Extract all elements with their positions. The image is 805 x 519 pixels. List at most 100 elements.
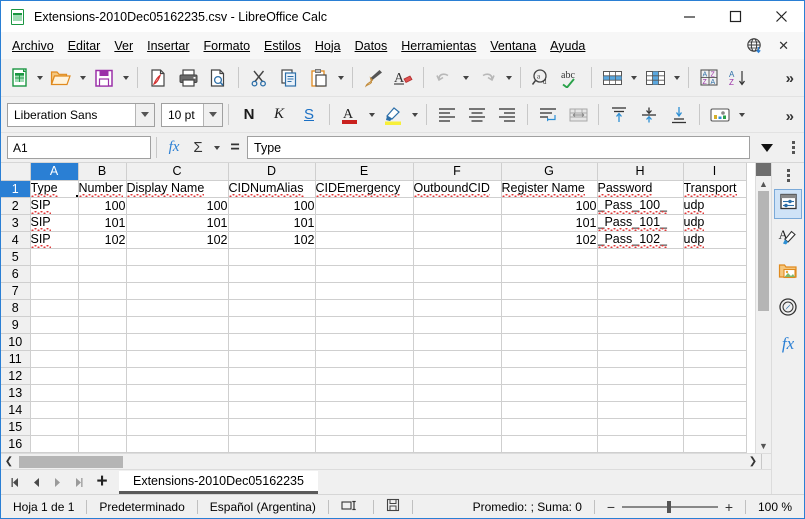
print-preview-icon[interactable] — [203, 63, 233, 93]
row-header-15[interactable]: 15 — [1, 418, 31, 436]
close-button[interactable] — [758, 1, 804, 32]
align-bottom-icon[interactable] — [664, 100, 694, 130]
scroll-left-button[interactable]: ❮ — [1, 454, 17, 470]
previous-sheet-button[interactable] — [26, 471, 47, 493]
sidebar-item-gallery[interactable] — [774, 259, 802, 289]
sum-button[interactable]: Σ — [186, 136, 210, 160]
highlight-color-icon[interactable] — [378, 100, 408, 130]
cell-D4[interactable]: 102 — [228, 231, 316, 249]
cell-A14[interactable] — [30, 401, 79, 419]
zoom-slider-track[interactable] — [621, 500, 718, 513]
menu-hoja[interactable]: Hoja — [308, 36, 348, 56]
menu-insertar[interactable]: Insertar — [140, 36, 196, 56]
cell-E11[interactable] — [315, 350, 414, 368]
cell-B13[interactable] — [78, 384, 127, 402]
column-header-b[interactable]: B — [78, 163, 127, 181]
align-center-icon[interactable] — [462, 100, 492, 130]
cell-I7[interactable] — [683, 282, 747, 300]
cell-H1[interactable]: Password — [597, 180, 684, 198]
column-header-d[interactable]: D — [228, 163, 316, 181]
standard-toolbar-overflow[interactable]: » — [780, 59, 800, 97]
cell-F14[interactable] — [413, 401, 502, 419]
cell-I5[interactable] — [683, 248, 747, 266]
select-all-corner[interactable] — [1, 163, 31, 181]
cell-I3[interactable]: udp — [683, 214, 747, 232]
cell-B1[interactable]: Number — [78, 180, 127, 198]
horizontal-scroll-thumb[interactable] — [19, 455, 123, 468]
column-header-f[interactable]: F — [413, 163, 502, 181]
sidebar-item-properties[interactable] — [774, 189, 802, 219]
cell-H10[interactable] — [597, 333, 684, 351]
cell-A11[interactable] — [30, 350, 79, 368]
cell-C10[interactable] — [126, 333, 229, 351]
font-name-combo[interactable]: Liberation Sans — [7, 102, 155, 127]
underline-button[interactable]: S — [294, 101, 324, 129]
cell-G6[interactable] — [501, 265, 598, 283]
cell-F11[interactable] — [413, 350, 502, 368]
cell-B8[interactable] — [78, 299, 127, 317]
cell-B5[interactable] — [78, 248, 127, 266]
cell-E2[interactable] — [315, 197, 414, 215]
column-header-h[interactable]: H — [597, 163, 684, 181]
column-header-e[interactable]: E — [315, 163, 414, 181]
cell-E9[interactable] — [315, 316, 414, 334]
cell-B6[interactable] — [78, 265, 127, 283]
sidebar-settings-dots-icon[interactable] — [775, 166, 801, 184]
language-status[interactable]: Español (Argentina) — [198, 500, 328, 514]
zoom-out-button[interactable]: − — [605, 499, 617, 515]
row-header-5[interactable]: 5 — [1, 248, 31, 266]
cell-E8[interactable] — [315, 299, 414, 317]
cell-F5[interactable] — [413, 248, 502, 266]
cell-G5[interactable] — [501, 248, 598, 266]
cell-C8[interactable] — [126, 299, 229, 317]
cell-G1[interactable]: Register Name — [501, 180, 598, 198]
vertical-scroll-thumb[interactable] — [758, 191, 769, 311]
cell-H9[interactable] — [597, 316, 684, 334]
spellcheck-abc-icon[interactable]: abc — [556, 63, 586, 93]
cell-B2[interactable]: 100 — [78, 197, 127, 215]
cell-I1[interactable]: Transport — [683, 180, 747, 198]
cell-F1[interactable]: OutboundCID — [413, 180, 502, 198]
cell-I15[interactable] — [683, 418, 747, 436]
cell-H15[interactable] — [597, 418, 684, 436]
cell-B7[interactable] — [78, 282, 127, 300]
menu-ventana[interactable]: Ventana — [483, 36, 543, 56]
cell-I2[interactable]: udp — [683, 197, 747, 215]
column-header-a[interactable]: A — [30, 163, 79, 181]
cell-D11[interactable] — [228, 350, 316, 368]
cell-C2[interactable]: 100 — [126, 197, 229, 215]
cell-D10[interactable] — [228, 333, 316, 351]
row-header-10[interactable]: 10 — [1, 333, 31, 351]
cell-E13[interactable] — [315, 384, 414, 402]
selection-mode-icon[interactable] — [329, 499, 373, 515]
menu-ayuda[interactable]: Ayuda — [543, 36, 592, 56]
column-header-g[interactable]: G — [501, 163, 598, 181]
cell-A4[interactable]: SIP — [30, 231, 79, 249]
insert-row-icon[interactable] — [597, 63, 627, 93]
cell-H3[interactable]: _Pass_101_ — [597, 214, 684, 232]
bold-button[interactable]: N — [234, 101, 264, 129]
redo-dropdown[interactable] — [502, 63, 515, 93]
cell-A3[interactable]: SIP — [30, 214, 79, 232]
cell-I6[interactable] — [683, 265, 747, 283]
cell-E12[interactable] — [315, 367, 414, 385]
grid-viewport[interactable]: ABCDEFGHI 1 Type Number Display Name CIDNumA… — [1, 163, 755, 453]
cell-G14[interactable] — [501, 401, 598, 419]
cell-H6[interactable] — [597, 265, 684, 283]
cell-D3[interactable]: 101 — [228, 214, 316, 232]
menu-herramientas[interactable]: Herramientas — [394, 36, 483, 56]
globe-update-icon[interactable] — [746, 37, 763, 54]
first-sheet-button[interactable] — [5, 471, 26, 493]
cell-C13[interactable] — [126, 384, 229, 402]
undo-arrow-icon[interactable] — [429, 63, 459, 93]
formatting-toolbar-overflow[interactable]: » — [780, 97, 800, 135]
vertical-scrollbar[interactable]: ▲ ▼ — [755, 163, 771, 453]
menu-archivo[interactable]: Archivo — [5, 36, 61, 56]
split-view-handle[interactable] — [756, 163, 771, 176]
cell-G9[interactable] — [501, 316, 598, 334]
clipboard-paste-icon[interactable] — [304, 63, 334, 93]
merge-cells-icon[interactable] — [563, 100, 593, 130]
open-folder-icon[interactable] — [46, 63, 76, 93]
column-header-c[interactable]: C — [126, 163, 229, 181]
cell-F2[interactable] — [413, 197, 502, 215]
